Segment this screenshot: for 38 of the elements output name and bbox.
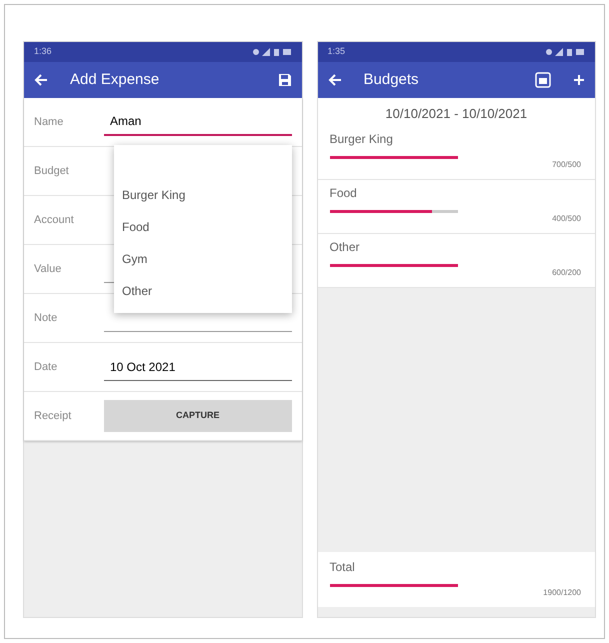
status-time: 1:36 <box>34 45 52 58</box>
dropdown-option[interactable]: Gym <box>114 243 292 275</box>
status-time: 1:35 <box>328 45 346 58</box>
date-range: 10/10/2021 - 10/10/2021 <box>318 98 595 126</box>
budget-name: Total <box>330 559 356 576</box>
budget-reading: 400/500 <box>551 212 581 224</box>
field-label: Account <box>34 212 75 228</box>
status-icons <box>252 48 292 56</box>
budget-name: Other <box>330 238 361 256</box>
input-field[interactable]: Aman <box>104 108 292 136</box>
screen-title: Add Expense <box>70 70 160 90</box>
dropdown-option[interactable]: Food <box>114 211 292 243</box>
dropdown-option[interactable]: Other <box>114 275 292 307</box>
field-label: Date <box>34 360 58 375</box>
total-panel[interactable]: Total 1900/1200 <box>318 552 595 607</box>
back-arrow-icon[interactable] <box>328 73 342 87</box>
budget-reading: 700/500 <box>551 158 581 170</box>
calendar-icon[interactable] <box>535 72 551 88</box>
back-arrow-icon[interactable] <box>34 73 48 87</box>
add-icon[interactable] <box>573 74 585 86</box>
budget-item[interactable]: Burger King 700/500 <box>318 126 595 180</box>
screen-title: Budgets <box>364 70 420 90</box>
field-label: Note <box>34 310 58 326</box>
field-label: Budget <box>34 164 70 179</box>
budget-item[interactable]: Food 400/500 <box>318 180 595 234</box>
budget-name: Food <box>330 184 358 202</box>
field-label: Receipt <box>34 408 72 424</box>
budget-reading: 1900/1200 <box>542 587 581 599</box>
status-icons <box>545 48 585 56</box>
capture-button[interactable]: CAPTURE <box>104 400 292 432</box>
budget-item[interactable]: Other 600/200 <box>318 234 595 288</box>
save-icon[interactable] <box>278 73 292 87</box>
date-field[interactable]: 10 Oct 2021 <box>104 354 292 380</box>
budget-reading: 600/200 <box>551 266 581 278</box>
budget-name: Burger King <box>330 130 394 148</box>
field-label: Name <box>34 114 64 130</box>
field-label: Value <box>34 262 62 277</box>
dropdown-option[interactable]: Burger King <box>114 179 292 211</box>
